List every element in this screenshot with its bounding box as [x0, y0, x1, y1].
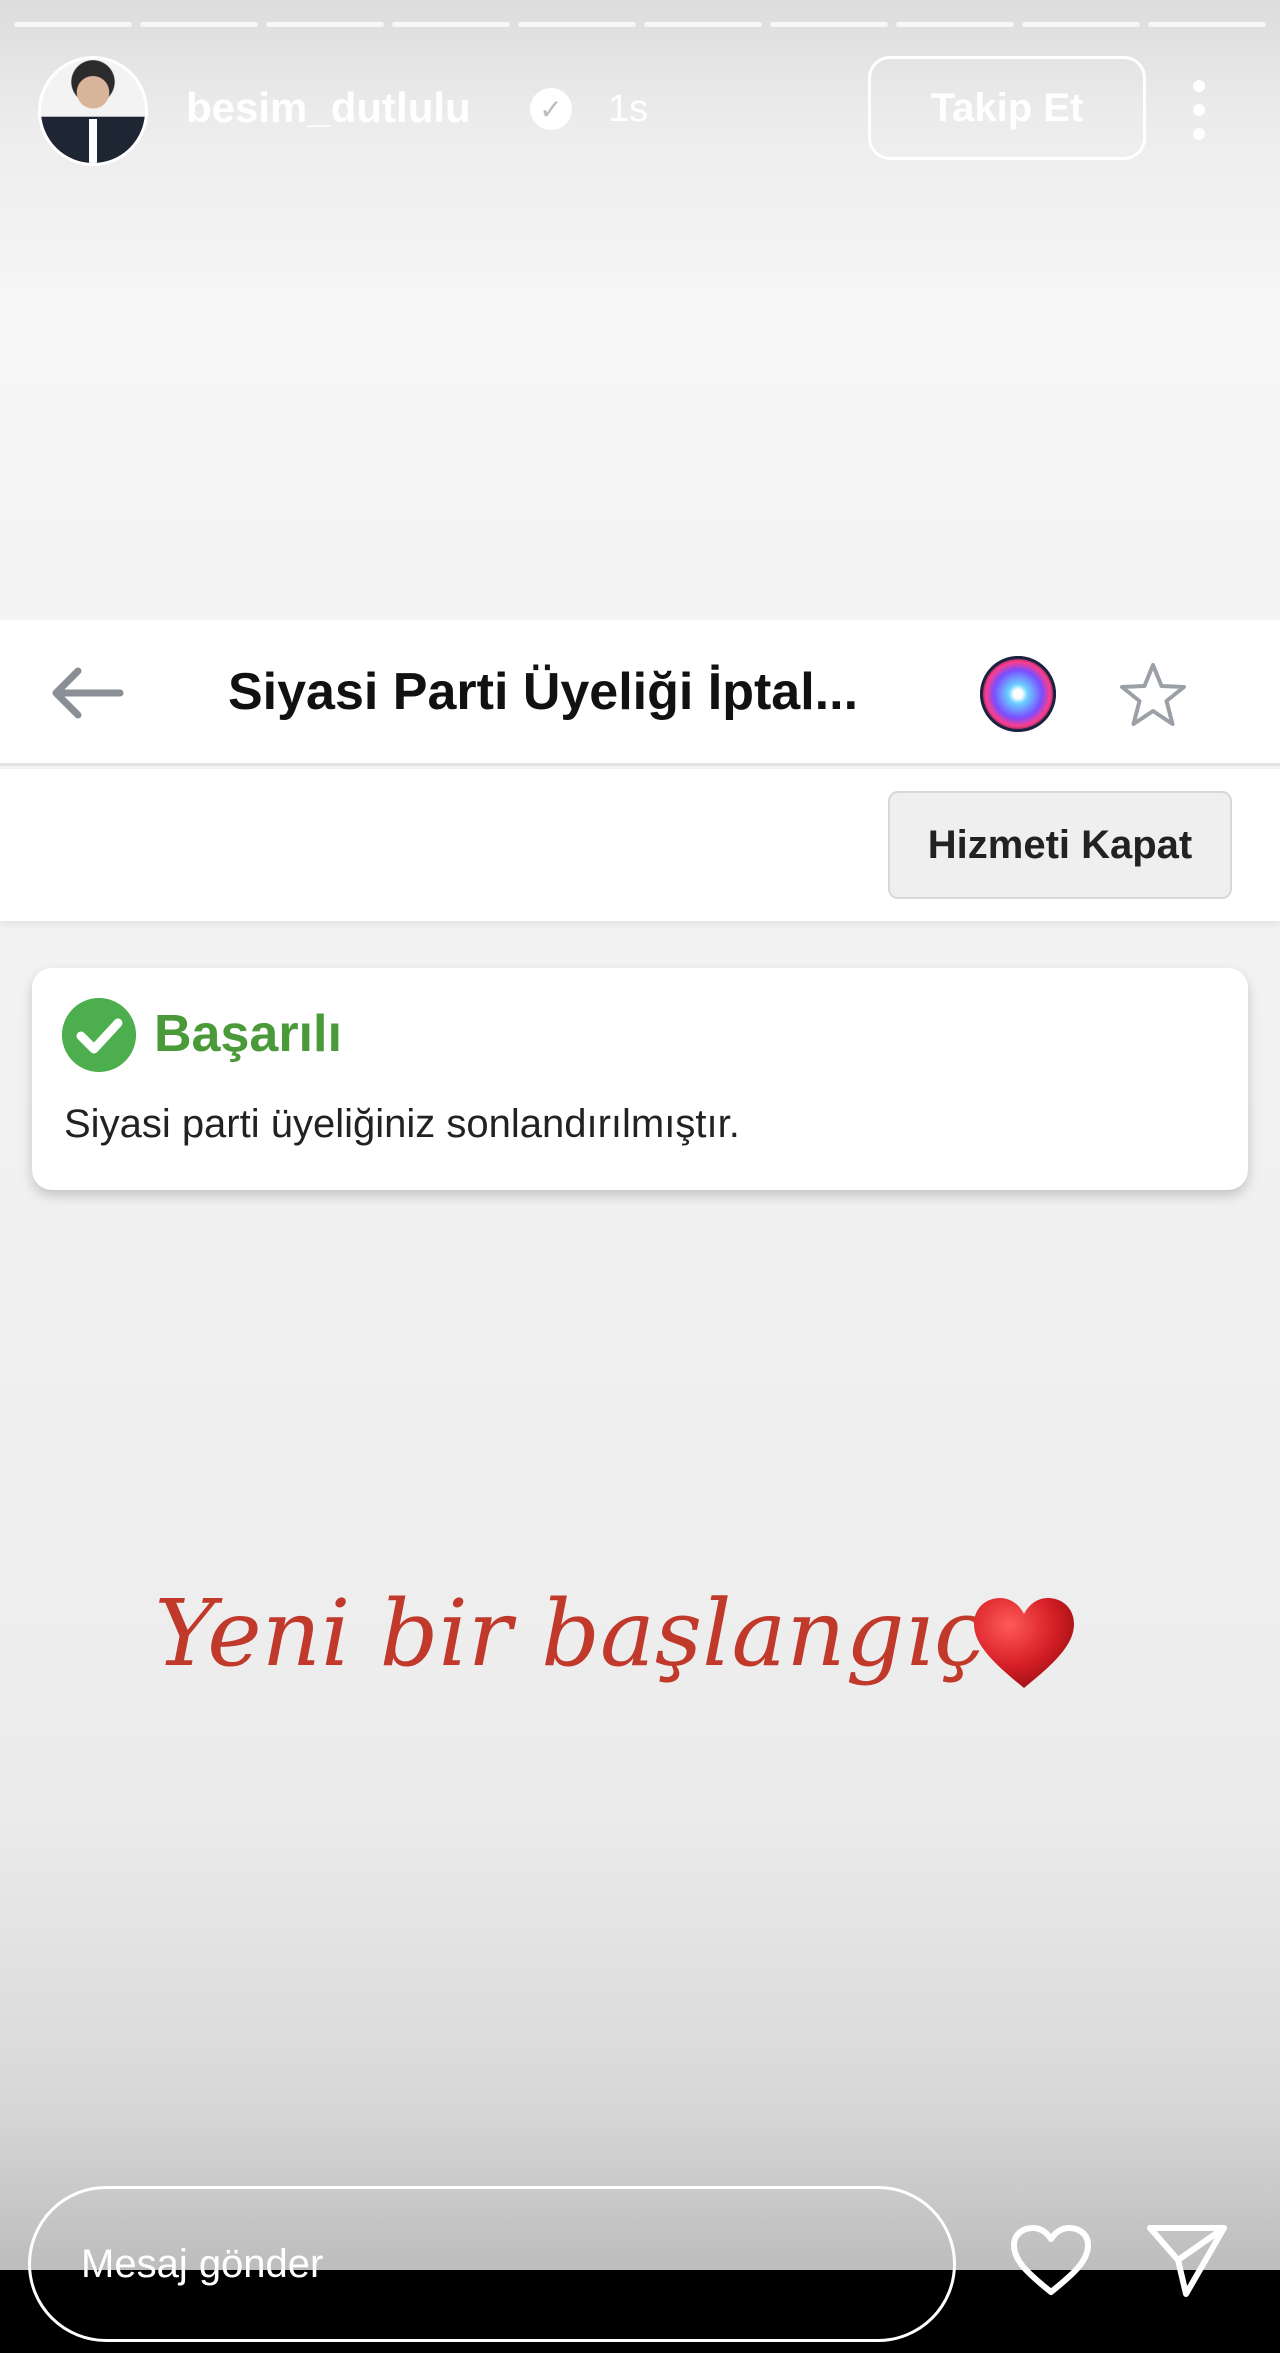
progress-segment: [770, 22, 888, 27]
close-service-button[interactable]: Hizmeti Kapat: [888, 791, 1232, 899]
heart-emoji-icon: [974, 1598, 1074, 1688]
story-caption: Yeni bir başlangıç: [0, 1580, 1280, 1687]
app-bar: Siyasi Parti Üyeliği İptal...: [0, 620, 1280, 766]
send-icon[interactable]: [1146, 2222, 1228, 2300]
page-title: Siyasi Parti Üyeliği İptal...: [228, 663, 859, 721]
progress-segment: [266, 22, 384, 27]
alert-message: Siyasi parti üyeliğiniz sonlandırılmıştı…: [64, 1102, 740, 1146]
checkmark-icon: [62, 998, 136, 1072]
progress-segment: [392, 22, 510, 27]
like-heart-icon[interactable]: [1010, 2224, 1092, 2298]
username[interactable]: besim_dutlulu: [186, 84, 471, 132]
progress-segment: [140, 22, 258, 27]
progress-segment: [14, 22, 132, 27]
back-arrow-icon[interactable]: [48, 666, 124, 720]
message-input[interactable]: [28, 2186, 956, 2342]
avatar[interactable]: [38, 56, 148, 166]
star-icon[interactable]: [1118, 660, 1188, 730]
caption-text: Yeni bir başlangıç: [154, 1580, 986, 1687]
alert-title: Başarılı: [154, 1005, 342, 1063]
action-bar: Hizmeti Kapat: [0, 769, 1280, 921]
follow-button[interactable]: Takip Et: [868, 56, 1146, 160]
progress-segment: [1022, 22, 1140, 27]
progress-segment: [896, 22, 1014, 27]
verified-badge-icon: ✓: [530, 88, 572, 130]
progress-segment: [644, 22, 762, 27]
success-alert: Başarılı Siyasi parti üyeliğiniz sonland…: [32, 968, 1248, 1190]
story-progress-bar: [14, 22, 1266, 28]
progress-segment: [518, 22, 636, 27]
more-options-icon[interactable]: [1184, 80, 1214, 140]
progress-segment: [1148, 22, 1266, 27]
siri-icon[interactable]: [980, 656, 1056, 732]
story-time: 1s: [608, 88, 649, 130]
